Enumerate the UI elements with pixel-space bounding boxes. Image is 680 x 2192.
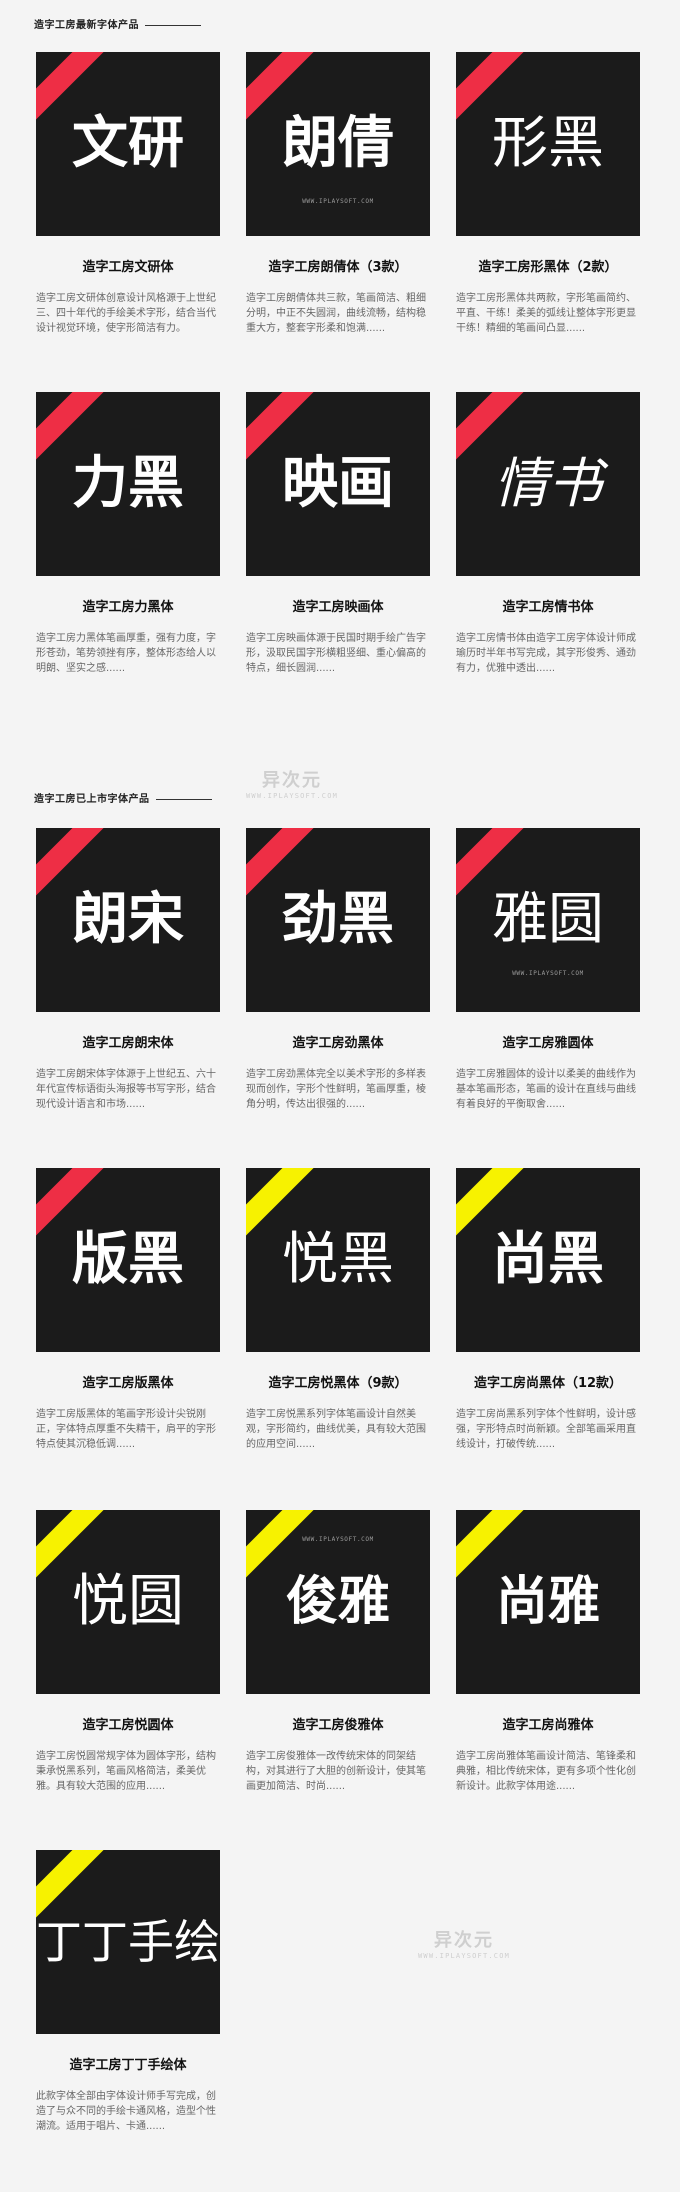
section-title-released: 造字工房已上市字体产品 (34, 790, 212, 805)
font-description: 此款字体全部由字体设计师手写完成，创造了与众不同的手绘卡通风格，造型个性潮流。适… (36, 2091, 216, 2132)
font-card[interactable]: 情书 造字工房情书体 造字工房情书体由造字工房字体设计师成瑜历时半年书写完成，其… (456, 392, 640, 676)
site-watermark: 异次元 WWW.IPLAYSOFT.COM (418, 1926, 510, 1960)
watermark-url: WWW.IPLAYSOFT.COM (418, 1952, 511, 1960)
font-sample-glyphs: 版黑 (72, 1227, 184, 1292)
font-card[interactable]: 朗宋 造字工房朗宋体 造字工房朗宋体字体源于上世纪五、六十年代宣传标语街头海报等… (36, 828, 220, 1112)
font-description: 造字工房尚雅体笔画设计简洁、笔锋柔和典雅，相比传统宋体，更有多项个性化创新设计。… (456, 1751, 636, 1792)
font-name[interactable]: 造字工房尚黑体（12款） (456, 1372, 640, 1391)
font-preview-tile[interactable]: 丁丁手绘 (36, 1850, 220, 2034)
font-name[interactable]: 造字工房情书体 (456, 596, 640, 615)
font-card[interactable]: 尚雅 造字工房尚雅体 造字工房尚雅体笔画设计简洁、笔锋柔和典雅，相比传统宋体，更… (456, 1510, 640, 1794)
font-card[interactable]: 映画 造字工房映画体 造字工房映画体源于民国时期手绘广告字形，汲取民国字形横粗竖… (246, 392, 430, 676)
font-card[interactable]: 形黑 造字工房形黑体（2款） 造字工房形黑体共两款，字形笔画简约、平直、干练！柔… (456, 52, 640, 336)
corner-ribbon (456, 1510, 530, 1582)
section-title-text: 造字工房已上市字体产品 (34, 794, 150, 805)
font-card[interactable]: 劲黑 造字工房劲黑体 造字工房劲黑体完全以美术字形的多样表现而创作，字形个性鲜明… (246, 828, 430, 1112)
font-card[interactable]: 丁丁手绘 造字工房丁丁手绘体 此款字体全部由字体设计师手写完成，创造了与众不同的… (36, 1850, 220, 2134)
font-sample-glyphs: 悦圆 (72, 1569, 184, 1634)
watermark-url: WWW.IPLAYSOFT.COM (246, 792, 339, 800)
font-description: 造字工房情书体由造字工房字体设计师成瑜历时半年书写完成，其字形俊秀、通劲有力，优… (456, 633, 636, 674)
font-name[interactable]: 造字工房尚雅体 (456, 1714, 640, 1733)
site-watermark: 异次元 WWW.IPLAYSOFT.COM (246, 766, 338, 800)
tile-watermark: WWW.IPLAYSOFT.COM (302, 1536, 374, 1543)
font-sample-glyphs: 丁丁手绘 (36, 1915, 220, 1969)
font-sample-glyphs: 力黑 (72, 451, 184, 516)
font-card[interactable]: 朗倩 WWW.IPLAYSOFT.COM 造字工房朗倩体（3款） 造字工房朗倩体… (246, 52, 430, 336)
font-sample-glyphs: 劲黑 (282, 887, 394, 952)
font-preview-tile[interactable]: 朗宋 (36, 828, 220, 1012)
font-card[interactable]: WWW.IPLAYSOFT.COM 俊雅 造字工房俊雅体 造字工房俊雅体一改传统… (246, 1510, 430, 1794)
font-name[interactable]: 造字工房丁丁手绘体 (36, 2054, 220, 2073)
section-title-newest: 造字工房最新字体产品 (34, 16, 201, 31)
font-name[interactable]: 造字工房悦黑体（9款） (246, 1372, 430, 1391)
font-sample-glyphs: 形黑 (492, 111, 604, 176)
font-description: 造字工房朗宋体字体源于上世纪五、六十年代宣传标语街头海报等书写字形，结合现代设计… (36, 1069, 216, 1110)
font-preview-tile[interactable]: 情书 (456, 392, 640, 576)
font-description: 造字工房劲黑体完全以美术字形的多样表现而创作，字形个性鲜明，笔画厚重，棱角分明，… (246, 1069, 426, 1110)
font-name[interactable]: 造字工房形黑体（2款） (456, 256, 640, 275)
font-name[interactable]: 造字工房劲黑体 (246, 1032, 430, 1051)
font-preview-tile[interactable]: 尚雅 (456, 1510, 640, 1694)
font-description: 造字工房版黑体的笔画字形设计尖锐刚正，字体特点厚重不失精干，肩平的字形特点使其沉… (36, 1409, 216, 1450)
font-description: 造字工房形黑体共两款，字形笔画简约、平直、干练！柔美的弧线让整体字形更显干练！精… (456, 293, 636, 334)
font-sample-glyphs: 情书 (494, 452, 602, 515)
font-description: 造字工房朗倩体共三款，笔画简洁、粗细分明，中正不失圆润，曲线流畅，结构稳重大方，… (246, 293, 426, 334)
title-divider (145, 24, 201, 26)
font-preview-tile[interactable]: 版黑 (36, 1168, 220, 1352)
font-description: 造字工房悦黑系列字体笔画设计自然美观，字形简约，曲线优美，具有较大范围的应用空间… (246, 1409, 426, 1450)
font-name[interactable]: 造字工房悦圆体 (36, 1714, 220, 1733)
font-name[interactable]: 造字工房文研体 (36, 256, 220, 275)
font-preview-tile[interactable]: 劲黑 (246, 828, 430, 1012)
tile-watermark: WWW.IPLAYSOFT.COM (512, 970, 584, 977)
font-sample-glyphs: 悦黑 (282, 1227, 394, 1292)
font-name[interactable]: 造字工房版黑体 (36, 1372, 220, 1391)
font-preview-tile[interactable]: 雅圆 WWW.IPLAYSOFT.COM (456, 828, 640, 1012)
font-description: 造字工房文研体创意设计风格源于上世纪三、四十年代的手绘美术字形，结合当代设计视觉… (36, 293, 216, 334)
font-sample-glyphs: 俊雅 (285, 1572, 390, 1632)
font-card[interactable]: 尚黑 造字工房尚黑体（12款） 造字工房尚黑系列字体个性鲜明，设计感强，字形特点… (456, 1168, 640, 1452)
font-sample-glyphs: 尚黑 (492, 1227, 604, 1292)
font-name[interactable]: 造字工房朗宋体 (36, 1032, 220, 1051)
font-name[interactable]: 造字工房俊雅体 (246, 1714, 430, 1733)
watermark-logo-text: 异次元 (262, 770, 323, 791)
font-preview-tile[interactable]: 尚黑 (456, 1168, 640, 1352)
font-preview-tile[interactable]: 映画 (246, 392, 430, 576)
title-divider (155, 798, 212, 800)
corner-ribbon (36, 1850, 110, 1922)
font-card[interactable]: 悦圆 造字工房悦圆体 造字工房悦圆常规字体为圆体字形，结构秉承悦黑系列，笔画风格… (36, 1510, 220, 1794)
font-sample-glyphs: 朗宋 (72, 887, 184, 952)
font-preview-tile[interactable]: 力黑 (36, 392, 220, 576)
corner-ribbon (246, 1510, 320, 1582)
font-description: 造字工房悦圆常规字体为圆体字形，结构秉承悦黑系列，笔画风格简洁，柔美优雅。具有较… (36, 1751, 216, 1792)
font-name[interactable]: 造字工房朗倩体（3款） (246, 256, 430, 275)
font-sample-glyphs: 雅圆 (492, 887, 604, 952)
tile-watermark: WWW.IPLAYSOFT.COM (302, 198, 374, 205)
font-card[interactable]: 版黑 造字工房版黑体 造字工房版黑体的笔画字形设计尖锐刚正，字体特点厚重不失精干… (36, 1168, 220, 1452)
font-sample-glyphs: 尚雅 (495, 1572, 600, 1632)
font-preview-tile[interactable]: 文研 (36, 52, 220, 236)
font-preview-tile[interactable]: 朗倩 WWW.IPLAYSOFT.COM (246, 52, 430, 236)
font-sample-glyphs: 朗倩 (282, 111, 394, 176)
font-name[interactable]: 造字工房力黑体 (36, 596, 220, 615)
font-sample-glyphs: 文研 (72, 111, 184, 176)
font-description: 造字工房映画体源于民国时期手绘广告字形，汲取民国字形横粗竖细、重心偏高的特点，细… (246, 633, 426, 674)
font-preview-tile[interactable]: 悦黑 (246, 1168, 430, 1352)
font-preview-tile[interactable]: 形黑 (456, 52, 640, 236)
font-description: 造字工房俊雅体一改传统宋体的同架结构，对其进行了大胆的创新设计，使其笔画更加简洁… (246, 1751, 426, 1792)
font-sample-glyphs: 映画 (282, 451, 394, 516)
font-name[interactable]: 造字工房雅圆体 (456, 1032, 640, 1051)
watermark-logo-text: 异次元 (434, 1930, 495, 1951)
font-card[interactable]: 雅圆 WWW.IPLAYSOFT.COM 造字工房雅圆体 造字工房雅圆体的设计以… (456, 828, 640, 1112)
font-card[interactable]: 文研 造字工房文研体 造字工房文研体创意设计风格源于上世纪三、四十年代的手绘美术… (36, 52, 220, 336)
font-card[interactable]: 悦黑 造字工房悦黑体（9款） 造字工房悦黑系列字体笔画设计自然美观，字形简约，曲… (246, 1168, 430, 1452)
font-name[interactable]: 造字工房映画体 (246, 596, 430, 615)
font-description: 造字工房尚黑系列字体个性鲜明，设计感强，字形特点时尚新颖。全部笔画采用直线设计，… (456, 1409, 636, 1450)
font-description: 造字工房力黑体笔画厚重，强有力度，字形苍劲，笔势领挫有序，整体形态给人以明朗、坚… (36, 633, 216, 674)
section-title-text: 造字工房最新字体产品 (34, 20, 139, 31)
font-card[interactable]: 力黑 造字工房力黑体 造字工房力黑体笔画厚重，强有力度，字形苍劲，笔势领挫有序，… (36, 392, 220, 676)
font-description: 造字工房雅圆体的设计以柔美的曲线作为基本笔画形态，笔画的设计在直线与曲线有着良好… (456, 1069, 636, 1110)
font-preview-tile[interactable]: 悦圆 (36, 1510, 220, 1694)
font-preview-tile[interactable]: WWW.IPLAYSOFT.COM 俊雅 (246, 1510, 430, 1694)
